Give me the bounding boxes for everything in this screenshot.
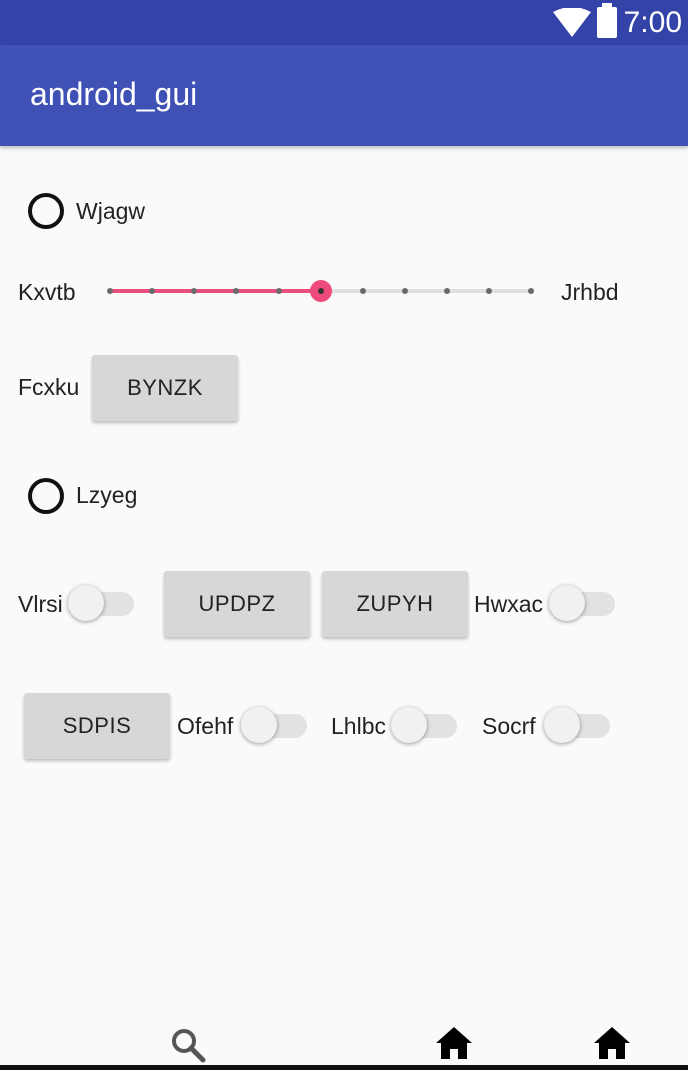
lhlbc-switch[interactable] — [391, 707, 457, 743]
bynzk-button[interactable]: BYNZK — [92, 355, 238, 421]
ofehf-switch-label: Ofehf — [177, 713, 234, 739]
zupyh-button[interactable]: ZUPYH — [322, 571, 468, 637]
app-bar: android_gui — [0, 45, 688, 146]
status-time: 7:00 — [623, 6, 682, 39]
hwxac-switch-label: Hwxac — [474, 591, 544, 617]
slider-left-label: Kxvtb — [18, 279, 76, 305]
ofehf-switch[interactable] — [241, 707, 307, 743]
sdpis-button[interactable]: SDPIS — [24, 693, 170, 759]
vlrsi-switch-label: Vlrsi — [18, 591, 63, 617]
search-icon[interactable] — [170, 1027, 206, 1063]
radio-wjagw[interactable] — [28, 193, 64, 229]
seekbar-thumb[interactable] — [310, 280, 332, 302]
socrf-switch-label: Socrf — [482, 713, 536, 739]
seekbar-tick — [191, 288, 197, 294]
status-bar: 7:00 — [0, 0, 688, 45]
seekbar-tick — [444, 288, 450, 294]
wifi-icon — [553, 8, 591, 37]
battery-icon — [597, 3, 617, 38]
seekbar-tick — [528, 288, 534, 294]
hwxac-switch[interactable] — [549, 585, 615, 621]
updpz-button[interactable]: UPDPZ — [164, 571, 310, 637]
seekbar-tick — [360, 288, 366, 294]
socrf-switch[interactable] — [544, 707, 610, 743]
home-icon[interactable] — [435, 1026, 473, 1060]
switch-thumb — [391, 707, 427, 743]
switch-thumb — [241, 707, 277, 743]
vlrsi-switch[interactable] — [68, 585, 134, 621]
bottom-nav-bar — [0, 1012, 688, 1070]
app-title: android_gui — [30, 76, 198, 112]
lhlbc-switch-label: Lhlbc — [331, 713, 386, 739]
fcxku-label: Fcxku — [18, 374, 80, 400]
radio-wjagw-label[interactable]: Wjagw — [76, 198, 145, 225]
seekbar-tick — [149, 288, 155, 294]
slider-right-label: Jrhbd — [561, 279, 619, 305]
seekbar-tick — [402, 288, 408, 294]
seekbar-tick — [486, 288, 492, 294]
seekbar-tick — [107, 288, 113, 294]
switch-thumb — [544, 707, 580, 743]
seekbar-progress — [110, 289, 321, 293]
radio-lzyeg-label[interactable]: Lzyeg — [76, 482, 137, 509]
seekbar-thumb-dot — [318, 288, 324, 294]
seekbar-tick — [233, 288, 239, 294]
radio-lzyeg[interactable] — [28, 478, 64, 514]
switch-thumb — [68, 585, 104, 621]
switch-thumb — [549, 585, 585, 621]
home-icon[interactable] — [593, 1026, 631, 1060]
seekbar[interactable] — [107, 276, 534, 306]
seekbar-tick — [276, 288, 282, 294]
